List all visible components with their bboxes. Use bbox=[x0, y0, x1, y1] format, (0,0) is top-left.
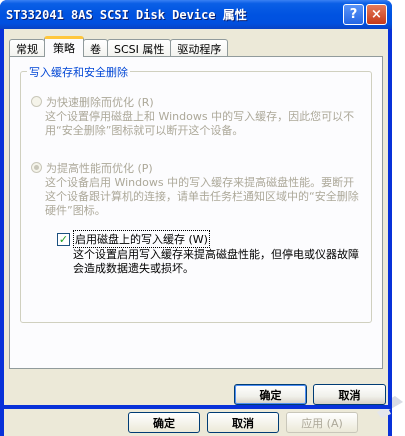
parent-apply-button[interactable]: 应用 (A) bbox=[286, 412, 358, 433]
performance-radio[interactable] bbox=[31, 162, 42, 173]
quick-removal-label: 为快速删除而优化 (R) bbox=[46, 96, 154, 109]
performance-option[interactable]: 为提高性能而优化 (P) bbox=[31, 160, 153, 176]
write-cache-description: 这个设置启用写入缓存来提高磁盘性能，但停电或仪器故障会造成数据遗失或损坏。 bbox=[73, 248, 359, 275]
close-button[interactable]: × bbox=[366, 4, 387, 25]
parent-cancel-button[interactable]: 取消 bbox=[207, 412, 279, 433]
tab-volumes[interactable]: 卷 bbox=[83, 39, 108, 57]
cancel-button[interactable]: 取消 bbox=[313, 384, 386, 405]
parent-ok-button[interactable]: 确定 bbox=[128, 412, 200, 433]
tab-strip: 常规 策略 卷 SCSI 属性 驱动程序 bbox=[9, 36, 229, 57]
properties-dialog: ST332041 8AS SCSI Disk Device 属性 ? × 常规 … bbox=[0, 0, 392, 409]
quick-removal-radio[interactable] bbox=[31, 96, 42, 107]
tab-scsi-properties[interactable]: SCSI 属性 bbox=[107, 39, 172, 57]
title-bar[interactable]: ST332041 8AS SCSI Disk Device 属性 ? × bbox=[0, 0, 392, 29]
quick-removal-description: 这个设置停用磁盘上和 Windows 中的写入缓存，因此您可以不用“安全删除”图… bbox=[45, 110, 355, 137]
policies-panel: 写入缓存和安全删除 为快速删除而优化 (R) 这个设置停用磁盘上和 Window… bbox=[9, 56, 383, 369]
write-cache-option[interactable]: ✓ 启用磁盘上的写入缓存 (W) bbox=[57, 230, 210, 248]
window-title: ST332041 8AS SCSI Disk Device 属性 bbox=[6, 8, 247, 22]
tab-policies[interactable]: 策略 bbox=[44, 36, 84, 57]
write-cache-checkbox[interactable]: ✓ bbox=[57, 232, 70, 246]
ok-button[interactable]: 确定 bbox=[234, 384, 307, 405]
tab-driver[interactable]: 驱动程序 bbox=[170, 39, 229, 57]
performance-label: 为提高性能而优化 (P) bbox=[46, 162, 153, 175]
performance-description: 这个设备启用 Windows 中的写入缓存来提高磁盘性能。要断开这个设备跟计算机… bbox=[45, 176, 359, 217]
write-cache-label: 启用磁盘上的写入缓存 (W) bbox=[73, 230, 210, 248]
dialog-client-area: 常规 策略 卷 SCSI 属性 驱动程序 写入缓存和安全删除 为快速删除而优化 … bbox=[4, 29, 388, 405]
close-icon: × bbox=[371, 7, 382, 22]
tab-general[interactable]: 常规 bbox=[9, 39, 45, 57]
help-icon: ? bbox=[349, 7, 358, 22]
groupbox-title: 写入缓存和安全删除 bbox=[27, 64, 130, 80]
quick-removal-option[interactable]: 为快速删除而优化 (R) bbox=[31, 94, 154, 110]
help-button[interactable]: ? bbox=[343, 4, 364, 25]
write-cache-groupbox: 写入缓存和安全删除 为快速删除而优化 (R) 这个设置停用磁盘上和 Window… bbox=[20, 64, 372, 323]
